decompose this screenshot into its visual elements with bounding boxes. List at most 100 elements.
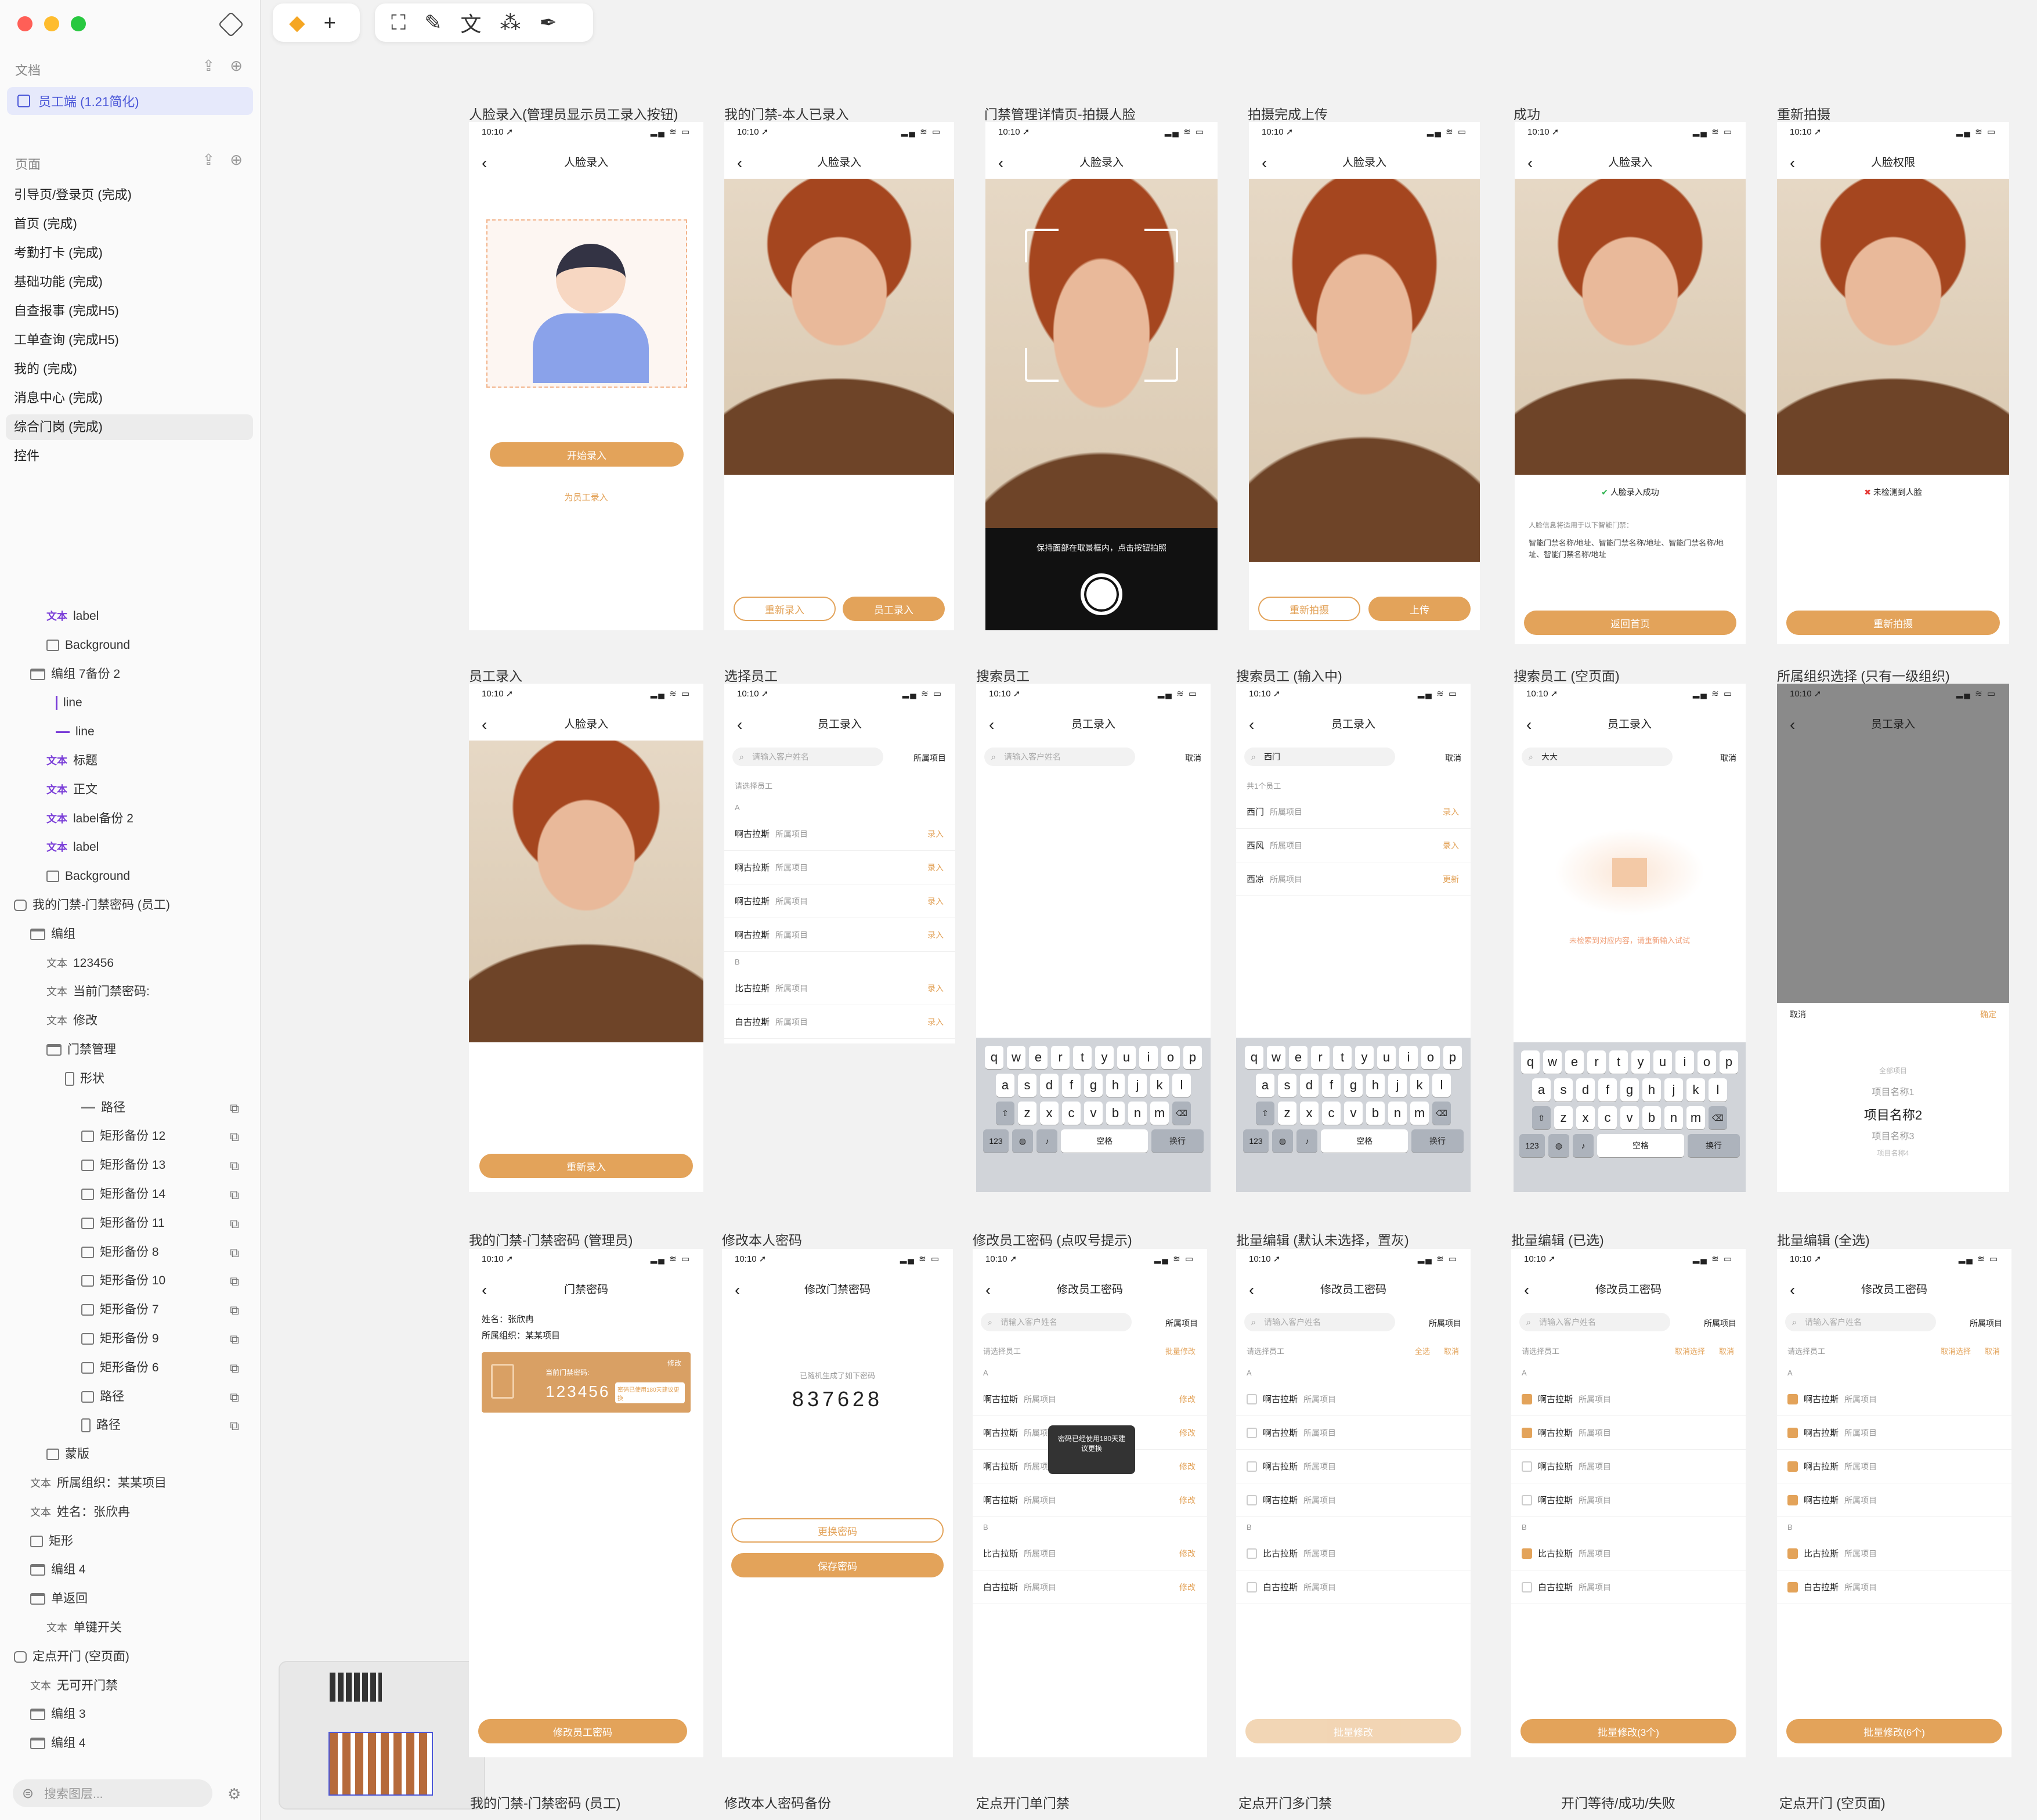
artboard-title[interactable]: 选择员工: [724, 665, 778, 685]
list-item[interactable]: 比古拉斯 所属项目: [1236, 1537, 1471, 1570]
batch-modify-button[interactable]: 批量修改(6个): [1786, 1719, 2002, 1743]
artboard-title[interactable]: 修改本人密码备份: [724, 1792, 831, 1812]
start-entry-button[interactable]: 开始录入: [490, 442, 684, 467]
back-arrow-icon[interactable]: ‹: [985, 1276, 991, 1305]
checkbox[interactable]: [1787, 1427, 1798, 1438]
key[interactable]: n: [1664, 1106, 1683, 1129]
add-button[interactable]: +: [324, 10, 336, 35]
re-entry-button[interactable]: 重新录入: [734, 597, 836, 621]
row-action[interactable]: 修改: [1179, 1581, 1196, 1593]
list-item[interactable]: 白古拉斯 所属项目: [1511, 1570, 1746, 1604]
artboard-success[interactable]: 10:10 ➚ ▂▄ ≋ ▭ ‹ 人脸录入 ✔ 人脸录入成功 人脸信息将适用于以下智能门禁…: [1515, 122, 1746, 644]
artboard-search-empty[interactable]: 10:10 ➚ ▂▄ ≋ ▭ ‹ 员工录入 ⌕ 大大 取消 未检索到对应内容，请重新输入试试 q…: [1514, 684, 1746, 1192]
layer-item[interactable]: 路径: [81, 1384, 124, 1410]
search-input[interactable]: ⌕ 西门: [1244, 748, 1395, 766]
select-all-link[interactable]: 取消选择: [1941, 1345, 1971, 1356]
list-item[interactable]: 白古拉斯 所属项目: [1236, 1570, 1471, 1604]
select-all-link[interactable]: 取消选择: [1675, 1345, 1705, 1356]
key[interactable]: z: [1018, 1102, 1036, 1125]
key[interactable]: k: [1410, 1074, 1429, 1097]
text-tool-icon[interactable]: 文: [460, 8, 481, 38]
key[interactable]: y: [1631, 1050, 1650, 1074]
checkbox[interactable]: [1247, 1494, 1257, 1505]
layer-item[interactable]: 矩形备份 14: [81, 1182, 165, 1207]
return-key[interactable]: 换行: [1151, 1129, 1204, 1153]
key[interactable]: f: [1322, 1074, 1341, 1097]
symbol-override-icon[interactable]: ⧉: [230, 1245, 239, 1261]
modify-button[interactable]: 修改: [667, 1358, 681, 1368]
symbol-override-icon[interactable]: ⧉: [230, 1303, 239, 1318]
checkbox[interactable]: [1522, 1548, 1532, 1559]
row-action[interactable]: 修改: [1179, 1427, 1196, 1439]
list-item[interactable]: 啊古拉斯 所属项目: [1236, 1450, 1471, 1483]
key[interactable]: r: [1587, 1050, 1606, 1074]
key[interactable]: u: [1653, 1050, 1672, 1074]
page-item[interactable]: 基础功能 (完成): [14, 269, 103, 295]
shutter-button[interactable]: [1081, 573, 1122, 615]
artboard-title[interactable]: 定点开门 (空页面): [1779, 1792, 1886, 1812]
list-item[interactable]: 白古拉斯 所属项目 录入: [724, 1005, 955, 1039]
page-item[interactable]: 控件: [14, 443, 39, 469]
artboard-title[interactable]: 批量编辑 (默认未选择，置灰): [1236, 1229, 1409, 1249]
key[interactable]: a: [1256, 1074, 1274, 1097]
picker-option[interactable]: 项目名称1: [1777, 1084, 2009, 1098]
back-arrow-icon[interactable]: ‹: [1249, 710, 1254, 739]
layer-item[interactable]: 文本 label备份 2: [46, 806, 133, 832]
artboard-batch-edit[interactable]: 10:10 ➚ ▂▄ ≋ ▭ ‹ 修改员工密码 ⌕ 请输入客户姓名 所属项目 请选择员工 取消选…: [1777, 1249, 2011, 1757]
key[interactable]: e: [1565, 1050, 1584, 1074]
layer-item[interactable]: 编组 3: [30, 1702, 86, 1727]
key[interactable]: b: [1106, 1102, 1125, 1125]
key[interactable]: g: [1084, 1074, 1103, 1097]
page-item[interactable]: 消息中心 (完成): [14, 385, 103, 411]
checkbox[interactable]: [1787, 1581, 1798, 1593]
artboard-title[interactable]: 批量编辑 (已选): [1511, 1229, 1604, 1249]
mic-key-icon[interactable]: ♪: [1296, 1129, 1317, 1153]
artboard-searching[interactable]: 10:10 ➚ ▂▄ ≋ ▭ ‹ 员工录入 ⌕ 西门 取消 共1个员工 西门 所属项目 录入 西风 所属…: [1236, 684, 1471, 1192]
modify-employee-pwd-button[interactable]: 修改员工密码: [478, 1719, 687, 1743]
layer-item[interactable]: 矩形备份 11: [81, 1211, 165, 1236]
artboard-title[interactable]: 我的门禁-门禁密码 (员工): [470, 1792, 620, 1812]
key[interactable]: q: [1245, 1046, 1263, 1069]
globe-key-icon[interactable]: ◍: [1272, 1129, 1293, 1153]
list-item[interactable]: 啊古拉斯 所属项目 录入: [724, 817, 955, 851]
artboard-title[interactable]: 我的门禁-门禁密码 (管理员): [469, 1229, 633, 1249]
list-item[interactable]: 白古拉斯 所属项目: [1777, 1570, 2011, 1604]
layer-search-input[interactable]: ⊜ 搜索图层...: [13, 1779, 212, 1807]
row-action[interactable]: 修改: [1179, 1494, 1196, 1506]
list-item[interactable]: 啊古拉斯 所属项目: [1511, 1416, 1746, 1450]
checkbox[interactable]: [1247, 1427, 1257, 1438]
back-arrow-icon[interactable]: ‹: [1790, 149, 1795, 178]
back-arrow-icon[interactable]: ‹: [1262, 149, 1267, 178]
key[interactable]: z: [1278, 1102, 1296, 1125]
minimap[interactable]: [279, 1661, 485, 1810]
key[interactable]: d: [1576, 1078, 1595, 1102]
layer-item[interactable]: 文本 单键开关: [46, 1615, 122, 1641]
artboard-upload[interactable]: 10:10 ➚ ▂▄ ≋ ▭ ‹ 人脸录入 重新拍摄 上传: [1249, 122, 1480, 630]
back-arrow-icon[interactable]: ‹: [737, 149, 742, 178]
artboard-title[interactable]: 搜索员工 (空页面): [1514, 665, 1620, 685]
list-item[interactable]: 比古拉斯 所属项目 修改: [973, 1537, 1207, 1570]
artboard-batch-edit[interactable]: 10:10 ➚ ▂▄ ≋ ▭ ‹ 修改员工密码 ⌕ 请输入客户姓名 所属项目 请选择员工 取消选…: [1511, 1249, 1746, 1757]
list-item[interactable]: 啊古拉斯 所属项目 录入: [724, 851, 955, 884]
layer-item[interactable]: 文本 label: [46, 604, 99, 629]
share-icon[interactable]: ⇪: [202, 57, 215, 75]
artboard-title[interactable]: 成功: [1514, 103, 1540, 123]
key[interactable]: a: [1532, 1078, 1551, 1102]
back-arrow-icon[interactable]: ‹: [1790, 710, 1795, 739]
key[interactable]: ⌫: [1172, 1102, 1191, 1125]
key[interactable]: c: [1322, 1102, 1341, 1125]
checkbox[interactable]: [1522, 1427, 1532, 1438]
layer-item[interactable]: 矩形备份 9: [81, 1326, 159, 1352]
share-page-icon[interactable]: ⇪: [202, 151, 215, 169]
key[interactable]: m: [1150, 1102, 1169, 1125]
search-input[interactable]: ⌕ 请输入客户姓名: [732, 748, 883, 766]
back-arrow-icon[interactable]: ‹: [1249, 1276, 1254, 1305]
list-item[interactable]: 啊古拉斯 所属项目 修改: [973, 1382, 1207, 1416]
artboard-employee-entry[interactable]: 10:10 ➚ ▂▄ ≋ ▭ ‹ 人脸录入 重新录入: [469, 684, 703, 1192]
artboard-title[interactable]: 定点开门单门禁: [976, 1792, 1070, 1812]
project-filter-dropdown[interactable]: 所属项目: [1165, 1317, 1198, 1329]
list-item[interactable]: 啊古拉斯 所属项目 录入: [724, 884, 955, 918]
layer-item[interactable]: 门禁管理: [46, 1037, 116, 1063]
key[interactable]: p: [1183, 1046, 1202, 1069]
page-item[interactable]: 首页 (完成): [14, 211, 77, 237]
